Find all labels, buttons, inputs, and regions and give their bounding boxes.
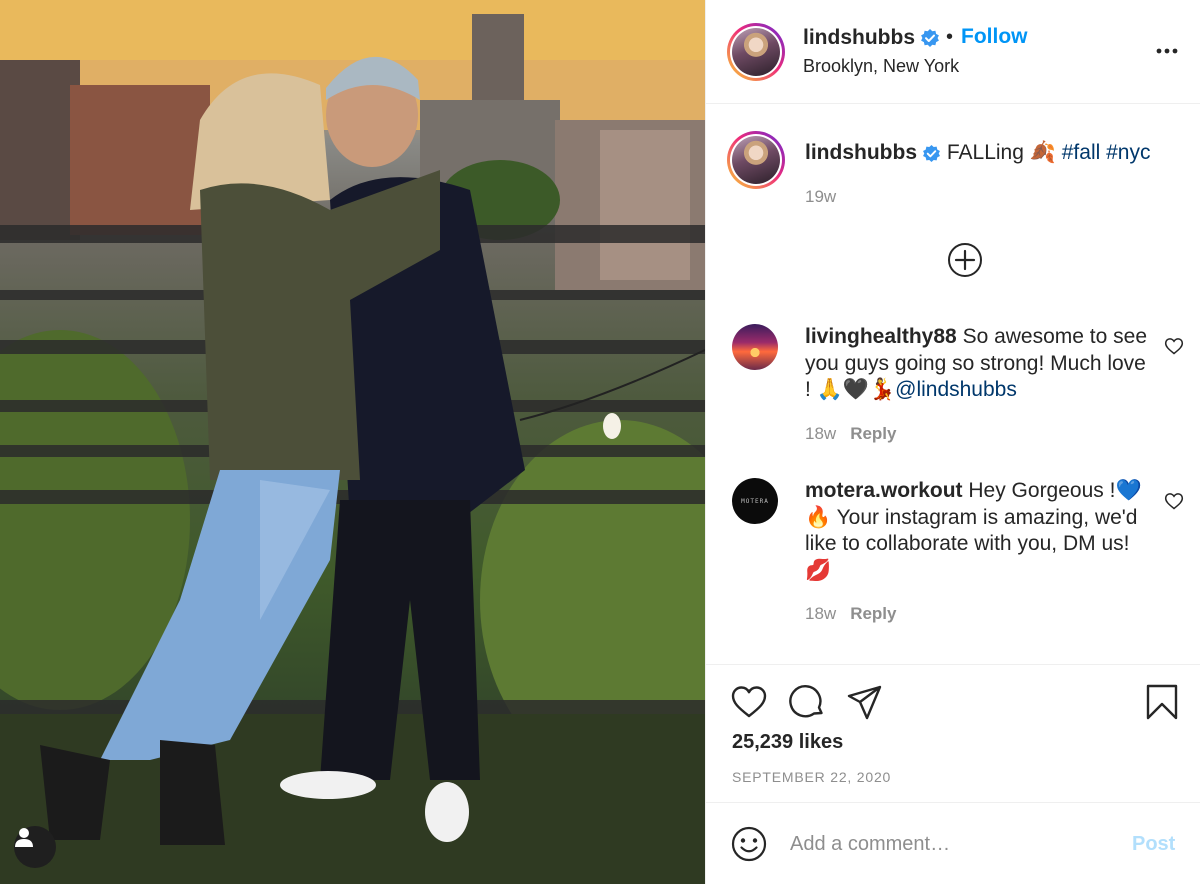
comment-timestamp[interactable]: 18w [805, 604, 836, 623]
verified-badge-icon [923, 144, 940, 163]
like-count[interactable]: 25,239 likes [732, 731, 843, 754]
comment-meta: 18w Reply [805, 424, 896, 444]
comment-mention[interactable]: @lindshubbs [895, 378, 1017, 401]
verified-badge-icon [921, 29, 939, 48]
photo-illustration [0, 0, 705, 884]
follow-button[interactable]: Follow [961, 25, 1028, 49]
add-comment-bar: Post [706, 802, 1200, 884]
reply-button[interactable]: Reply [850, 424, 896, 443]
more-options-icon [1156, 48, 1178, 54]
comment-timestamp[interactable]: 18w [805, 424, 836, 443]
tagged-users-button[interactable] [14, 826, 56, 868]
bookmark-icon[interactable] [1143, 683, 1181, 721]
post-caption: lindshubbs FALLing 🍂 #fall #nyc [805, 140, 1185, 166]
author-username[interactable]: lindshubbs [803, 26, 940, 50]
comment-icon[interactable] [788, 683, 826, 721]
separator-dot: • [946, 26, 954, 48]
post-header: lindshubbs • Follow Brooklyn, New York [706, 0, 1200, 104]
load-more-comments-button[interactable] [947, 242, 983, 278]
divider [706, 664, 1200, 665]
like-heart-icon[interactable] [730, 683, 768, 721]
author-avatar-image [732, 28, 780, 76]
author-avatar[interactable] [727, 23, 785, 81]
comment-meta: 18w Reply [805, 604, 896, 624]
comment-username[interactable]: motera.workout [805, 479, 963, 502]
caption-emoji: 🍂 [1029, 141, 1056, 164]
comment-input[interactable] [790, 827, 1110, 861]
post-date[interactable]: SEPTEMBER 22, 2020 [732, 769, 891, 785]
post-location[interactable]: Brooklyn, New York [803, 56, 959, 77]
emoji-icon[interactable] [730, 825, 768, 863]
more-options-button[interactable] [1152, 36, 1182, 66]
author-username-text[interactable]: lindshubbs [803, 26, 915, 49]
caption-timestamp[interactable]: 19w [805, 187, 836, 207]
comment-like-heart-icon[interactable] [1164, 491, 1184, 511]
share-icon[interactable] [846, 683, 884, 721]
caption-avatar-image [732, 136, 780, 184]
caption-author-avatar[interactable] [727, 131, 785, 189]
comment-username[interactable]: livinghealthy88 [805, 325, 957, 348]
comment-text: motera.workout Hey Gorgeous !💙🔥 Your ins… [805, 478, 1150, 584]
reply-button[interactable]: Reply [850, 604, 896, 623]
hashtag-nyc[interactable]: #nyc [1106, 141, 1150, 164]
caption-body: FALLing [946, 141, 1024, 164]
hashtag-fall[interactable]: #fall [1062, 141, 1101, 164]
commenter-avatar-logo: MOTERA [741, 497, 769, 505]
commenter-avatar[interactable] [732, 324, 778, 370]
person-icon [15, 828, 33, 847]
comment-like-heart-icon[interactable] [1164, 336, 1184, 356]
post-photo[interactable] [0, 0, 705, 884]
post-comment-button[interactable]: Post [1132, 833, 1175, 856]
post-details-panel: lindshubbs • Follow Brooklyn, New York l… [705, 0, 1200, 884]
comment-text: livinghealthy88 So awesome to see you gu… [805, 324, 1150, 404]
caption-username[interactable]: lindshubbs [805, 141, 917, 164]
commenter-avatar[interactable]: MOTERA [732, 478, 778, 524]
